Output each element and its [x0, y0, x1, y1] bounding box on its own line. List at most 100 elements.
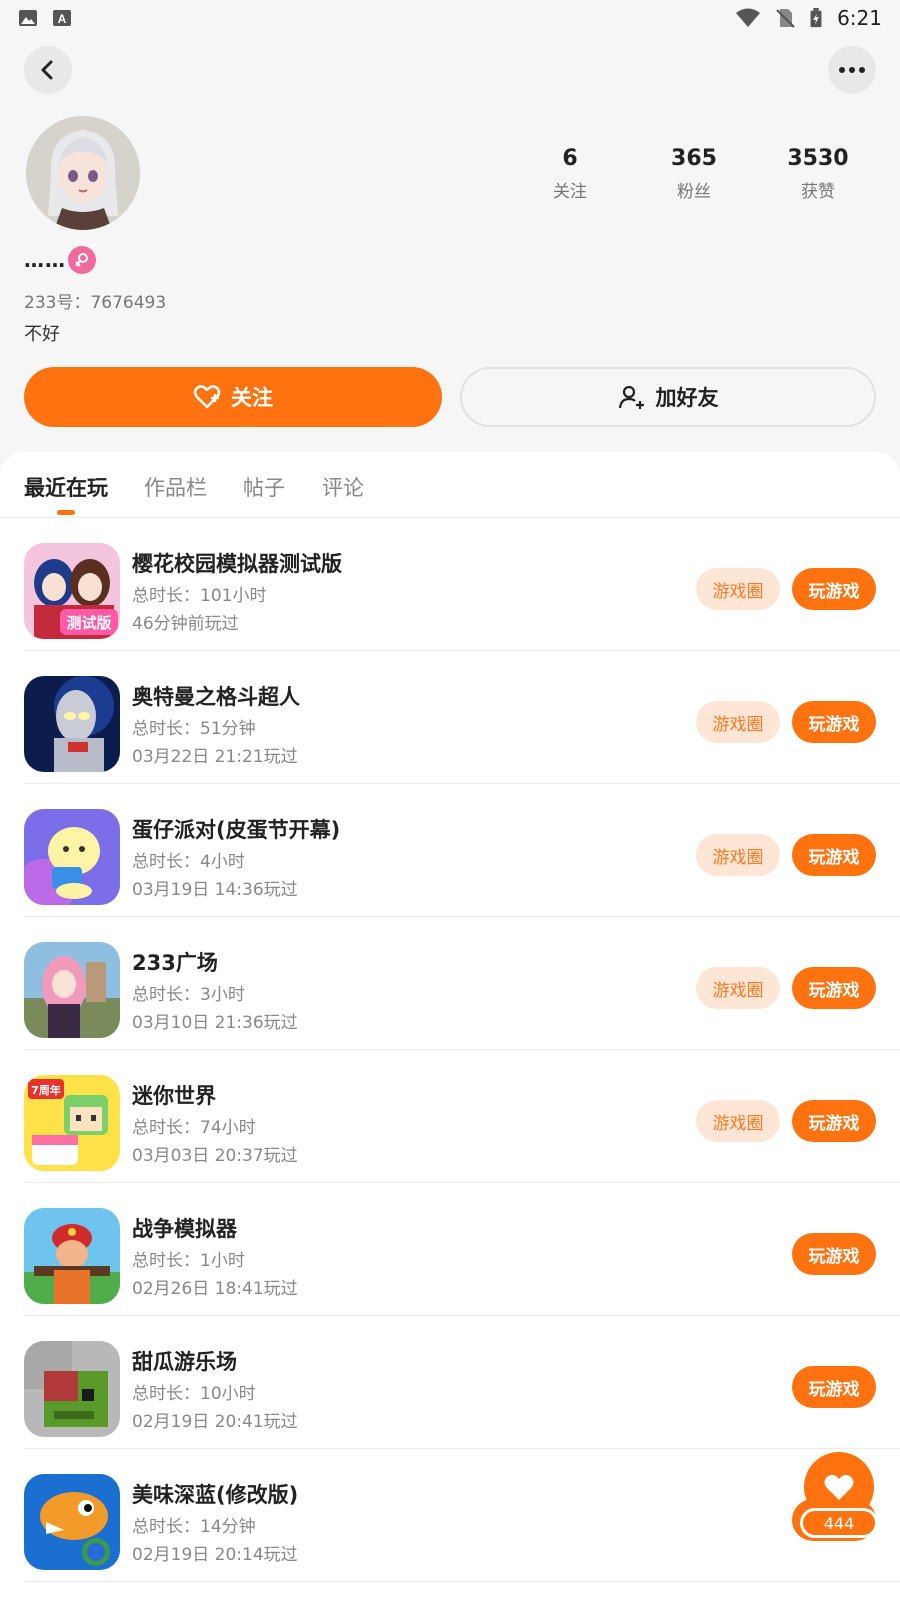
add-friend-button[interactable]: 加好友 — [460, 367, 876, 427]
game-last-played: 03月22日 21:21玩过 — [132, 747, 298, 767]
game-last-played: 02月19日 20:14玩过 — [132, 1545, 298, 1565]
list-item[interactable]: 233广场 总时长：3小时 03月10日 21:36玩过 游戏圈 玩游戏 — [0, 917, 900, 1050]
play-game-button[interactable]: 玩游戏 — [792, 1366, 876, 1408]
game-circle-button[interactable]: 游戏圈 — [696, 1100, 780, 1142]
list-item[interactable]: 7周年 迷你世界 总时长：74小时 03月03日 20:37玩过 游戏圈 玩游戏 — [0, 1050, 900, 1183]
list-item[interactable]: 战争模拟器 总时长：1小时 02月26日 18:41玩过 玩游戏 — [0, 1183, 900, 1316]
tab-posts[interactable]: 帖子 — [243, 472, 285, 502]
game-last-played: 02月19日 20:41玩过 — [132, 1412, 298, 1432]
list-item[interactable]: 奥特曼之格斗超人 总时长：51分钟 03月22日 21:21玩过 游戏圈 玩游戏 — [0, 651, 900, 784]
avatar[interactable] — [26, 116, 140, 230]
status-right: 6:21 — [735, 6, 882, 30]
game-icon-badge: 测试版 — [66, 614, 111, 632]
add-user-icon — [618, 385, 644, 409]
user-bio: 不好 — [24, 324, 60, 345]
tab-indicator — [57, 510, 75, 515]
game-duration: 总时长：74小时 — [132, 1118, 256, 1138]
profile-stats: 6 关注 365 粉丝 3530 获赞 — [522, 146, 866, 202]
no-sim-icon — [776, 9, 795, 28]
game-title: 奥特曼之格斗超人 — [132, 685, 300, 709]
list-item[interactable]: 蛋仔派对(皮蛋节开幕) 总时长：4小时 03月19日 14:36玩过 游戏圈 玩… — [0, 784, 900, 917]
game-last-played: 03月10日 21:36玩过 — [132, 1013, 298, 1033]
more-button[interactable] — [828, 46, 876, 94]
like-fab[interactable]: 444 — [800, 1452, 878, 1570]
game-circle-button[interactable]: 游戏圈 — [696, 701, 780, 743]
content-panel: 最近在玩 作品栏 帖子 评论 测试版 樱花校园模拟器测试版 总时长：101小时 … — [0, 452, 900, 1600]
battery-charging-icon — [810, 8, 822, 28]
like-count: 444 — [800, 1508, 878, 1538]
female-gender-icon — [68, 246, 96, 274]
game-title: 樱花校园模拟器测试版 — [132, 552, 342, 576]
play-game-button[interactable]: 玩游戏 — [792, 1233, 876, 1275]
play-game-button[interactable]: 玩游戏 — [792, 967, 876, 1009]
game-circle-button[interactable]: 游戏圈 — [696, 967, 780, 1009]
game-circle-button[interactable]: 游戏圈 — [696, 568, 780, 610]
tab-comments[interactable]: 评论 — [322, 472, 364, 502]
game-icon — [24, 676, 120, 772]
heart-icon — [824, 1474, 854, 1500]
tab-works[interactable]: 作品栏 — [144, 472, 207, 502]
tab-recent-played[interactable]: 最近在玩 — [24, 472, 108, 502]
game-last-played: 03月19日 14:36玩过 — [132, 880, 298, 900]
heart-plus-icon — [193, 385, 221, 409]
game-icon: 7周年 — [24, 1075, 120, 1171]
game-list: 测试版 樱花校园模拟器测试版 总时长：101小时 46分钟前玩过 游戏圈 玩游戏 — [0, 518, 900, 1582]
game-duration: 总时长：14分钟 — [132, 1517, 256, 1537]
add-friend-label: 加好友 — [655, 386, 719, 410]
game-last-played: 03月03日 20:37玩过 — [132, 1146, 298, 1166]
list-item[interactable]: 测试版 樱花校园模拟器测试版 总时长：101小时 46分钟前玩过 游戏圈 玩游戏 — [0, 518, 900, 651]
stat-following[interactable]: 6 关注 — [522, 146, 618, 202]
game-duration: 总时长：10小时 — [132, 1384, 256, 1404]
game-duration: 总时长：1小时 — [132, 1251, 245, 1271]
wifi-icon — [736, 8, 761, 27]
back-button[interactable] — [24, 46, 72, 94]
game-icon — [24, 942, 120, 1038]
game-last-played: 46分钟前玩过 — [132, 614, 239, 634]
follow-button[interactable]: 关注 — [24, 367, 442, 427]
game-icon — [24, 809, 120, 905]
game-duration: 总时长：51分钟 — [132, 719, 256, 739]
game-icon — [24, 1341, 120, 1437]
game-duration: 总时长：101小时 — [132, 586, 267, 606]
chevron-left-icon — [41, 60, 53, 80]
user-id: 233号：7676493 — [24, 293, 167, 313]
play-game-button[interactable]: 玩游戏 — [792, 1100, 876, 1142]
play-game-button[interactable]: 玩游戏 — [792, 834, 876, 876]
tab-bar: 最近在玩 作品栏 帖子 评论 — [0, 452, 900, 518]
stat-label: 粉丝 — [677, 182, 711, 202]
game-title: 美味深蓝(修改版) — [132, 1483, 299, 1507]
username: …… — [24, 248, 66, 272]
game-title: 战争模拟器 — [132, 1217, 237, 1241]
stat-followers[interactable]: 365 粉丝 — [646, 146, 742, 202]
stat-value: 365 — [671, 146, 717, 171]
stat-value: 6 — [562, 146, 578, 171]
game-last-played: 02月26日 18:41玩过 — [132, 1279, 298, 1299]
font-icon: A — [53, 10, 71, 26]
game-title: 迷你世界 — [132, 1084, 216, 1108]
stat-label: 关注 — [553, 182, 587, 202]
image-icon — [19, 10, 37, 26]
game-title: 甜瓜游乐场 — [132, 1350, 237, 1374]
list-item[interactable]: 美味深蓝(修改版) 总时长：14分钟 02月19日 20:14玩过 玩游戏 — [0, 1449, 900, 1582]
game-circle-button[interactable]: 游戏圈 — [696, 834, 780, 876]
play-game-button[interactable]: 玩游戏 — [792, 701, 876, 743]
stat-value: 3530 — [787, 146, 849, 171]
svg-text:A: A — [58, 12, 67, 26]
avatar-image — [26, 116, 140, 230]
game-duration: 总时长：3小时 — [132, 985, 245, 1005]
more-horizontal-icon — [839, 67, 865, 73]
list-item[interactable]: 甜瓜游乐场 总时长：10小时 02月19日 20:41玩过 玩游戏 — [0, 1316, 900, 1449]
stat-likes[interactable]: 3530 获赞 — [770, 146, 866, 202]
game-title: 233广场 — [132, 951, 218, 975]
game-icon — [24, 1474, 120, 1570]
play-game-button[interactable]: 玩游戏 — [792, 568, 876, 610]
stat-label: 获赞 — [801, 182, 835, 202]
game-icon — [24, 1208, 120, 1304]
status-bar: A 6:21 — [0, 0, 900, 36]
game-duration: 总时长：4小时 — [132, 852, 245, 872]
game-title: 蛋仔派对(皮蛋节开幕) — [132, 818, 341, 842]
status-left: A — [18, 8, 72, 28]
follow-label: 关注 — [231, 386, 273, 410]
game-icon: 测试版 — [24, 543, 120, 639]
status-time: 6:21 — [837, 6, 882, 30]
